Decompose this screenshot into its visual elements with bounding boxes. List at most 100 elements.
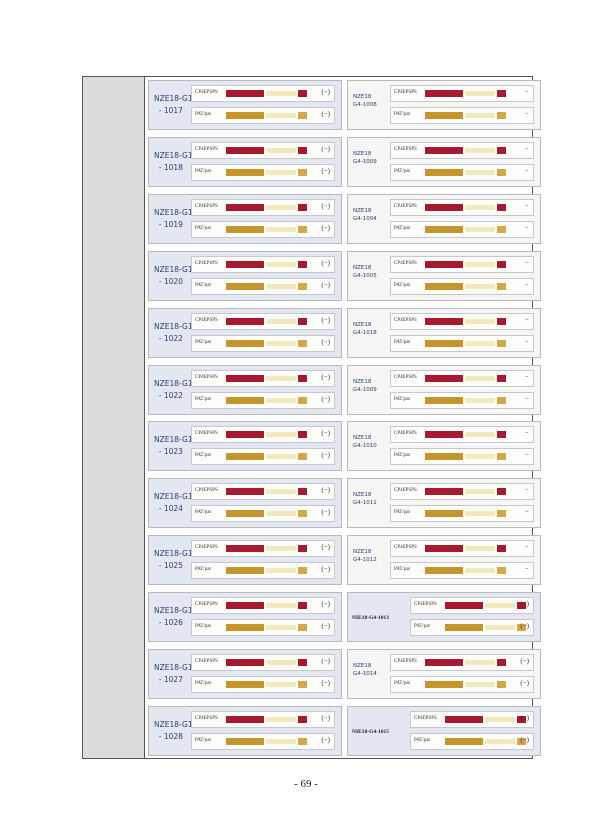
sample-pad	[226, 225, 264, 233]
membrane	[266, 283, 296, 289]
result-mark: (−)	[520, 600, 529, 609]
sample-id-handwritten: NZE18-G1 - 1026	[154, 606, 193, 628]
left-sample-card: NZE18-G1 - 1019 CP4EPSPS (−) PAT/pat (−)	[148, 193, 342, 244]
sample-pad	[425, 260, 463, 268]
membrane	[266, 454, 296, 460]
sample-pad	[425, 659, 463, 666]
absorbent-pad	[298, 431, 307, 439]
sample-pad	[425, 146, 463, 154]
strip-label: CP4EPSPS	[394, 317, 417, 323]
pat-test-strip: PAT/pat −	[390, 448, 534, 466]
absorbent-pad	[497, 203, 506, 211]
cp4epsps-test-strip: CP4EPSPS −	[390, 85, 534, 102]
result-mark: (−)	[520, 622, 529, 631]
result-mark: (−)	[520, 657, 529, 665]
strip-label: CP4EPSPS	[394, 431, 417, 437]
result-mark: (−)	[321, 713, 330, 722]
membrane	[266, 375, 296, 381]
membrane	[266, 660, 296, 665]
sample-id-handwritten: NZE18 G4-1009	[353, 378, 377, 393]
result-mark: −	[525, 258, 529, 267]
sample-id-handwritten: NZE18-G1 - 1024	[154, 492, 193, 514]
strip-label: CP4EPSPS	[394, 146, 417, 152]
sample-pad	[226, 112, 264, 119]
sample-pad	[425, 510, 463, 518]
membrane	[266, 340, 296, 346]
strip-label: PAT/pat	[394, 396, 410, 402]
strip-label: PAT/pat	[195, 396, 211, 402]
strip-label: PAT/pat	[195, 168, 211, 174]
strip-label: CP4EPSPS	[394, 545, 417, 551]
right-sample-card: NZE18 G4-1005 CP4EPSPS − PAT/pat −	[347, 250, 541, 301]
sample-id-handwritten: NZE18-G1 - 1027	[154, 663, 193, 684]
cp4epsps-test-strip: CP4EPSPS −	[390, 198, 534, 216]
cp4epsps-test-strip: CP4EPSPS −	[390, 540, 534, 558]
absorbent-pad	[497, 260, 506, 268]
absorbent-pad	[497, 225, 506, 233]
left-sample-card: NZE18-G1 - 1027 CP4EPSPS (−) PAT/pat (−)	[148, 649, 342, 699]
strip-label: PAT/pat	[394, 567, 410, 573]
result-mark: (−)	[321, 88, 330, 96]
result-mark: −	[525, 508, 529, 517]
absorbent-pad	[497, 374, 506, 382]
strip-label: CP4EPSPS	[394, 659, 417, 664]
sample-pad	[226, 624, 264, 632]
sample-pad	[425, 90, 463, 97]
strip-label: PAT/pat	[195, 282, 211, 288]
strip-label: PAT/pat	[414, 737, 430, 743]
absorbent-pad	[298, 396, 307, 404]
pat-test-strip: PAT/pat −	[390, 562, 534, 580]
right-sample-card: NZE18 G4-1011 CP4EPSPS − PAT/pat −	[347, 478, 541, 529]
result-mark: (−)	[321, 565, 330, 574]
strip-label: PAT/pat	[195, 225, 211, 231]
strip-label: CP4EPSPS	[195, 602, 218, 608]
absorbent-pad	[298, 112, 307, 119]
cp4epsps-test-strip: CP4EPSPS (−)	[191, 710, 335, 728]
cp4epsps-test-strip: CP4EPSPS −	[390, 141, 534, 159]
absorbent-pad	[497, 112, 506, 119]
cp4epsps-test-strip: CP4EPSPS (−)	[410, 597, 534, 615]
result-mark: (−)	[321, 144, 330, 153]
result-mark: (−)	[321, 258, 330, 267]
cp4epsps-test-strip: CP4EPSPS (−)	[191, 369, 335, 387]
pat-test-strip: PAT/pat (−)	[191, 107, 335, 124]
right-sample-card: NZE18 G4-1009 CP4EPSPS − PAT/pat −	[347, 136, 541, 187]
sample-pad	[445, 715, 483, 723]
pat-test-strip: PAT/pat −	[390, 334, 534, 352]
result-mark: (−)	[321, 337, 330, 346]
strip-label: PAT/pat	[394, 112, 410, 117]
result-mark: −	[525, 223, 529, 232]
strip-label: PAT/pat	[195, 737, 211, 743]
membrane	[465, 340, 495, 346]
strip-label: PAT/pat	[394, 168, 410, 174]
left-sample-card: NZE18-G1 - 1017 CP4EPSPS (−) PAT/pat (−)	[148, 80, 342, 130]
absorbent-pad	[298, 282, 307, 290]
absorbent-pad	[497, 146, 506, 154]
sample-pad	[226, 339, 264, 347]
result-mark: (−)	[321, 508, 330, 517]
result-mark: (−)	[321, 372, 330, 381]
result-mark: −	[525, 280, 529, 289]
membrane	[465, 169, 495, 175]
result-mark: −	[525, 166, 529, 175]
absorbent-pad	[497, 282, 506, 290]
absorbent-pad	[497, 488, 506, 496]
result-mark: −	[525, 315, 529, 324]
membrane	[465, 660, 495, 665]
sample-pad	[226, 488, 264, 496]
strip-label: CP4EPSPS	[195, 431, 218, 437]
cp4epsps-test-strip: CP4EPSPS −	[390, 312, 534, 330]
pat-test-strip: PAT/pat (−)	[191, 619, 335, 637]
result-mark: (−)	[321, 600, 330, 609]
sample-pad	[425, 396, 463, 404]
left-sample-card: NZE18-G1 - 1018 CP4EPSPS (−) PAT/pat (−)	[148, 136, 342, 187]
sample-pad	[226, 90, 264, 97]
result-mark: (−)	[321, 486, 330, 495]
right-sample-card: NZE18 G4-1012 CP4EPSPS − PAT/pat −	[347, 535, 541, 586]
absorbent-pad	[298, 203, 307, 211]
sample-id-handwritten: NZE18 G4-1005	[353, 264, 377, 279]
left-sample-card: NZE18-G1 - 1026 CP4EPSPS (−) PAT/pat (−)	[148, 592, 342, 643]
membrane	[465, 375, 495, 381]
right-sample-card: NZE18 G4-1014 CP4EPSPS (−) PAT/pat (−)	[347, 649, 541, 699]
result-mark: (−)	[321, 394, 330, 403]
